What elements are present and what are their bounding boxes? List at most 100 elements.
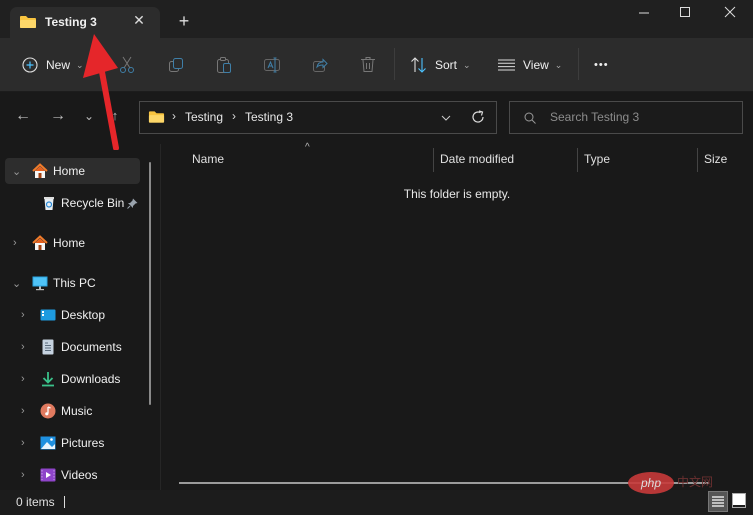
new-label: New [46, 58, 71, 72]
music-icon [40, 403, 56, 419]
folder-icon [148, 111, 165, 123]
sidebar-label: Desktop [61, 308, 106, 322]
up-button[interactable]: ↑ [105, 106, 125, 126]
videos-icon [40, 468, 56, 482]
details-view-icon [712, 496, 724, 507]
forward-button[interactable]: → [48, 106, 68, 126]
column-header-type[interactable]: Type [584, 152, 610, 166]
sidebar-item-pictures[interactable]: › Pictures [5, 430, 140, 456]
chevron-right-icon[interactable]: › [21, 309, 25, 321]
chevron-right-icon[interactable]: › [21, 437, 25, 449]
watermark-logo: php [628, 472, 674, 494]
sidebar-item-downloads[interactable]: › Downloads [5, 366, 140, 392]
sidebar-label: Recycle Bin [61, 196, 125, 210]
sidebar-label: Home [53, 236, 86, 250]
address-bar[interactable]: › Testing › Testing 3 [139, 101, 497, 134]
chevron-right-icon[interactable]: › [13, 237, 17, 249]
search-icon [524, 112, 536, 124]
breadcrumb-separator: › [172, 109, 176, 123]
tab-testing-3[interactable]: Testing 3 ✕ [10, 7, 160, 38]
sidebar-label: Home [53, 164, 86, 178]
column-divider[interactable] [697, 148, 698, 172]
chevron-right-icon[interactable]: › [21, 405, 25, 417]
plus-circle-icon [22, 57, 38, 73]
copy-icon[interactable] [168, 57, 184, 73]
sidebar-label: Documents [61, 340, 122, 354]
sidebar-label: Pictures [61, 436, 105, 450]
sort-label: Sort [435, 58, 458, 72]
address-dropdown-icon[interactable] [441, 115, 451, 121]
tab-close-button[interactable]: ✕ [131, 12, 147, 28]
sort-icon [411, 57, 426, 73]
column-header-date-modified[interactable]: Date modified [440, 152, 514, 166]
sidebar-item-music[interactable]: › Music [5, 398, 140, 424]
recycle-bin-icon [44, 197, 54, 210]
more-options-button[interactable]: ••• [594, 38, 609, 92]
breadcrumb-separator: › [232, 109, 236, 123]
sidebar-label: This PC [53, 276, 96, 290]
search-box[interactable]: Search Testing 3 [509, 101, 743, 134]
sidebar-item-home-2[interactable]: › Home [5, 230, 140, 256]
rename-icon[interactable] [263, 57, 281, 73]
sidebar-item-this-pc[interactable]: ⌄ This PC [5, 270, 140, 296]
item-count: 0 items [16, 495, 55, 509]
home-icon [32, 235, 48, 250]
new-tab-button[interactable]: + [175, 12, 193, 30]
sidebar-scrollbar[interactable] [149, 162, 151, 405]
toolbar-divider [578, 48, 579, 80]
pictures-icon [40, 436, 56, 450]
minimize-button[interactable] [630, 4, 660, 22]
status-bar: 0 items [0, 490, 753, 515]
home-icon [32, 163, 48, 178]
chevron-right-icon[interactable]: › [21, 341, 25, 353]
recent-locations-button[interactable]: ⌄ [79, 106, 99, 126]
sort-button[interactable]: Sort ⌄ [410, 38, 471, 92]
view-button[interactable]: View ⌄ [498, 38, 562, 92]
sidebar-label: Downloads [61, 372, 121, 386]
sidebar-item-recycle-bin[interactable]: Recycle Bin [5, 190, 140, 216]
view-list-icon [498, 59, 515, 71]
chevron-right-icon[interactable]: › [21, 373, 25, 385]
toolbar-divider [394, 48, 395, 80]
chevron-down-icon[interactable]: ⌄ [12, 165, 21, 178]
cut-icon[interactable] [119, 56, 135, 74]
breadcrumb-testing-3[interactable]: Testing 3 [245, 110, 293, 124]
sidebar-item-videos[interactable]: › Videos [5, 462, 140, 488]
maximize-button[interactable] [671, 4, 701, 22]
pin-icon[interactable] [127, 198, 138, 209]
computer-icon [32, 276, 48, 291]
empty-folder-message: This folder is empty. [403, 187, 511, 201]
desktop-icon [40, 309, 56, 321]
sidebar-item-home[interactable]: ⌄ Home [5, 158, 140, 184]
new-button[interactable]: New ⌄ [22, 38, 84, 92]
large-icons-view-button[interactable] [730, 491, 750, 512]
status-divider [64, 496, 65, 508]
chevron-right-icon[interactable]: › [21, 469, 25, 481]
column-header-size[interactable]: Size [704, 152, 727, 166]
folder-icon [20, 16, 36, 28]
breadcrumb-testing[interactable]: Testing [185, 110, 223, 124]
paste-icon[interactable] [216, 56, 232, 74]
view-label: View [523, 58, 549, 72]
sort-ascending-icon: ^ [305, 142, 310, 153]
chevron-down-icon: ⌄ [76, 59, 84, 70]
column-divider[interactable] [577, 148, 578, 172]
delete-icon[interactable] [360, 56, 376, 73]
command-bar: New ⌄ Sort ⌄ View ⌄ ••• [0, 38, 753, 92]
chevron-down-icon[interactable]: ⌄ [12, 277, 21, 290]
column-divider[interactable] [433, 148, 434, 172]
share-icon[interactable] [312, 57, 328, 73]
sidebar-item-documents[interactable]: › Documents [5, 334, 140, 360]
refresh-icon[interactable] [471, 110, 485, 124]
sidebar-item-desktop[interactable]: › Desktop [5, 302, 140, 328]
back-button[interactable]: ← [13, 106, 33, 126]
chevron-down-icon: ⌄ [554, 59, 563, 70]
search-placeholder: Search Testing 3 [550, 110, 640, 124]
close-window-button[interactable] [716, 4, 746, 22]
details-view-button[interactable] [708, 491, 728, 512]
title-bar: Testing 3 ✕ + [0, 0, 753, 38]
navigation-bar: ← → ⌄ ↑ › Testing › Testing 3 Search Tes… [0, 92, 753, 144]
watermark-text: 中文网 [677, 475, 714, 489]
column-header-name[interactable]: Name [192, 152, 224, 166]
sidebar-label: Music [61, 404, 93, 418]
